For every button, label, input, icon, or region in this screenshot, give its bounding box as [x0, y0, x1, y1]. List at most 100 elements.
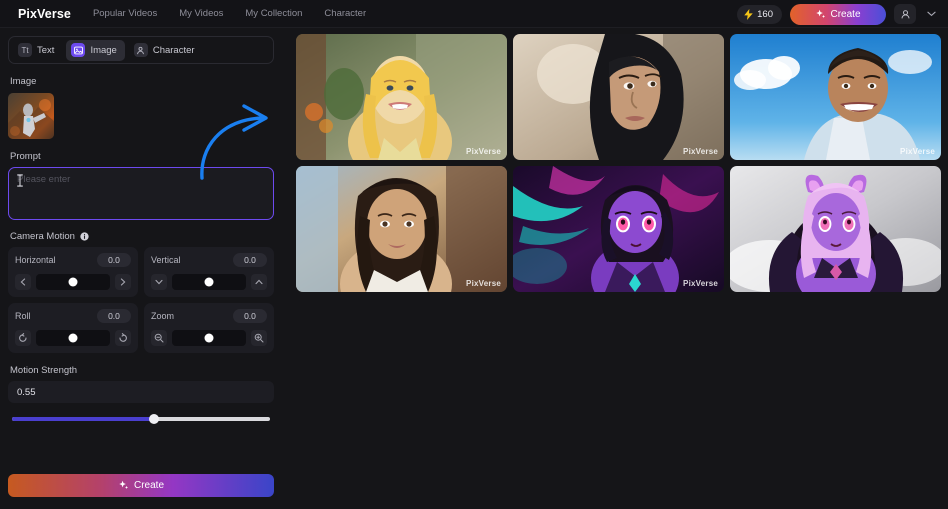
camera-motion-zoom-controls [151, 330, 267, 346]
tile-anime-girl-purple-hair[interactable] [730, 166, 941, 292]
tab-image[interactable]: Image [66, 39, 125, 61]
tab-text-label: Text [37, 44, 55, 56]
slider-knob[interactable] [204, 277, 214, 287]
pixverse-app: PixVerse Popular Videos My Videos My Col… [0, 0, 948, 509]
zoom-out-icon[interactable] [151, 330, 167, 346]
tile-art [513, 166, 724, 292]
thumbnail-art [8, 93, 54, 139]
camera-motion-grid: Horizontal 0.0 Vertical 0.0 Roll 0.0 Zoo… [8, 247, 274, 353]
nav-item-my-collection[interactable]: My Collection [245, 8, 302, 19]
camera-motion-horizontal-header: Horizontal 0.0 [15, 253, 131, 267]
camera-motion-roll-slider[interactable] [36, 330, 110, 346]
tab-character[interactable]: Character [129, 40, 203, 61]
camera-motion-roll-controls [15, 330, 131, 346]
camera-motion-vertical-value: 0.0 [233, 253, 267, 267]
watermark: PixVerse [683, 279, 718, 288]
slider-knob[interactable] [204, 333, 214, 343]
credits-badge[interactable]: 160 [737, 4, 782, 24]
chevron-left-icon[interactable] [15, 274, 31, 290]
nav-item-character[interactable]: Character [324, 8, 366, 19]
main-navigation: Popular Videos My Videos My Collection C… [93, 8, 366, 19]
account-chevron[interactable] [924, 11, 938, 17]
tab-image-label: Image [90, 44, 117, 56]
camera-motion-horizontal: Horizontal 0.0 [8, 247, 138, 297]
tile-man-blue-sky[interactable]: PixVerse [730, 34, 941, 160]
header-create-button[interactable]: Create [790, 3, 886, 25]
prompt-input[interactable]: Please enter [8, 167, 274, 220]
create-button-label: Create [133, 480, 164, 491]
text-icon: Tt [18, 43, 32, 57]
tile-art [296, 166, 507, 292]
rotate-left-icon[interactable] [15, 330, 31, 346]
prompt-label: Prompt [10, 151, 41, 162]
camera-motion-horizontal-label: Horizontal [15, 255, 56, 265]
camera-motion-horizontal-controls [15, 274, 131, 290]
header-actions: 160 Create [737, 0, 938, 28]
sparkle-icon [816, 9, 826, 18]
camera-motion-roll: Roll 0.0 [8, 303, 138, 353]
top-header: PixVerse Popular Videos My Videos My Col… [0, 0, 948, 28]
chevron-down-icon [926, 11, 936, 17]
camera-motion-title: Camera Motion [10, 231, 75, 242]
watermark: PixVerse [466, 147, 501, 156]
chevron-right-icon[interactable] [115, 274, 131, 290]
camera-motion-roll-value: 0.0 [97, 309, 131, 323]
camera-motion-zoom: Zoom 0.0 [144, 303, 274, 353]
tile-woman-black-headscarf[interactable]: PixVerse [513, 34, 724, 160]
camera-motion-vertical-slider[interactable] [172, 274, 246, 290]
create-button[interactable]: Create [8, 474, 274, 497]
slider-fill [12, 417, 154, 421]
nav-item-my-videos[interactable]: My Videos [179, 8, 223, 19]
camera-motion-zoom-header: Zoom 0.0 [151, 309, 267, 323]
camera-motion-zoom-value: 0.0 [233, 309, 267, 323]
prompt-placeholder: Please enter [17, 174, 71, 185]
slider-knob[interactable] [148, 414, 159, 424]
watermark: PixVerse [466, 279, 501, 288]
character-icon [133, 43, 148, 57]
image-icon [71, 43, 86, 57]
camera-motion-roll-header: Roll 0.0 [15, 309, 131, 323]
video-gallery: PixVerse PixVerse PixVerse PixVerse PixV… [296, 34, 941, 292]
tab-text[interactable]: Tt Text [13, 40, 62, 61]
left-control-panel: Tt Text Image Character Image Prompt Ple… [0, 28, 282, 509]
image-section-label: Image [10, 76, 37, 87]
text-cursor-icon [17, 174, 23, 187]
mode-tab-group: Tt Text Image Character [8, 36, 274, 64]
avatar[interactable] [894, 4, 916, 24]
tile-anime-girl-neon[interactable]: PixVerse [513, 166, 724, 292]
zoom-in-icon[interactable] [251, 330, 267, 346]
slider-knob[interactable] [68, 277, 78, 287]
watermark: PixVerse [900, 147, 935, 156]
camera-motion-vertical-label: Vertical [151, 255, 181, 265]
lightning-bolt-icon [744, 8, 753, 20]
camera-motion-horizontal-slider[interactable] [36, 274, 110, 290]
tile-brunette-woman-portrait[interactable]: PixVerse [296, 166, 507, 292]
user-avatar-icon [901, 9, 909, 18]
rotate-right-icon[interactable] [115, 330, 131, 346]
brand-logo[interactable]: PixVerse [18, 7, 71, 21]
camera-motion-header: Camera Motion [10, 231, 274, 242]
info-icon[interactable] [80, 232, 89, 241]
camera-motion-horizontal-value: 0.0 [97, 253, 131, 267]
tile-art [730, 34, 941, 160]
chevron-up-icon[interactable] [251, 274, 267, 290]
chevron-down-icon[interactable] [151, 274, 167, 290]
uploaded-image-thumbnail[interactable] [8, 93, 54, 139]
header-create-label: Create [830, 8, 861, 20]
camera-motion-zoom-slider[interactable] [172, 330, 246, 346]
camera-motion-roll-label: Roll [15, 311, 31, 321]
tile-blonde-woman-smiling[interactable]: PixVerse [296, 34, 507, 160]
motion-strength-input[interactable]: 0.55 [8, 381, 274, 403]
tile-art [730, 166, 941, 292]
slider-knob[interactable] [68, 333, 78, 343]
credits-value: 160 [757, 8, 773, 20]
camera-motion-vertical: Vertical 0.0 [144, 247, 274, 297]
camera-motion-vertical-header: Vertical 0.0 [151, 253, 267, 267]
camera-motion-zoom-label: Zoom [151, 311, 175, 321]
tab-character-label: Character [152, 44, 195, 56]
motion-strength-label: Motion Strength [10, 365, 78, 376]
nav-item-popular-videos[interactable]: Popular Videos [93, 8, 157, 19]
camera-motion-vertical-controls [151, 274, 267, 290]
watermark: PixVerse [683, 147, 718, 156]
motion-strength-slider[interactable] [12, 414, 270, 424]
